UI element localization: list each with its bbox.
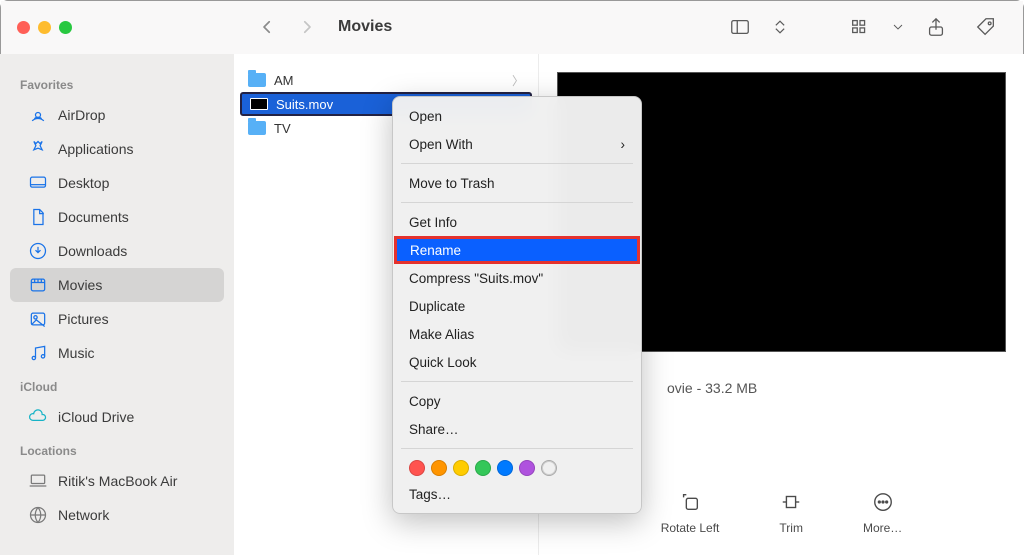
sidebar-item-music[interactable]: Music xyxy=(10,336,224,370)
sidebar-item-documents[interactable]: Documents xyxy=(10,200,224,234)
sidebar-item-label: iCloud Drive xyxy=(58,409,134,425)
window-title: Movies xyxy=(338,18,392,36)
action-rotate-left[interactable]: Rotate Left xyxy=(661,491,720,535)
context-menu-get-info[interactable]: Get Info xyxy=(393,208,641,236)
context-menu-move-to-trash[interactable]: Move to Trash xyxy=(393,169,641,197)
action-label: Rotate Left xyxy=(661,521,720,535)
tag-purple[interactable] xyxy=(519,460,535,476)
separator xyxy=(401,163,633,164)
sidebar-item-label: Documents xyxy=(58,209,129,225)
folder-icon xyxy=(248,121,266,135)
nav-area: Movies xyxy=(234,0,1024,54)
sidebar-item-downloads[interactable]: Downloads xyxy=(10,234,224,268)
sidebar-item-macbook[interactable]: Ritik's MacBook Air xyxy=(10,464,224,498)
tag-orange[interactable] xyxy=(431,460,447,476)
file-name: Suits.mov xyxy=(276,97,333,112)
context-menu-share[interactable]: Share… xyxy=(393,415,641,443)
sidebar-item-label: Applications xyxy=(58,141,134,157)
sidebar-item-movies[interactable]: Movies xyxy=(10,268,224,302)
sidebar-item-pictures[interactable]: Pictures xyxy=(10,302,224,336)
tag-red[interactable] xyxy=(409,460,425,476)
chevron-right-icon: › xyxy=(621,137,626,152)
traffic-lights xyxy=(17,21,72,34)
context-menu-tags[interactable]: Tags… xyxy=(393,480,641,508)
tags-button[interactable] xyxy=(966,13,1006,41)
action-more[interactable]: More… xyxy=(863,491,902,535)
sidebar-item-label: Downloads xyxy=(58,243,127,259)
chevron-down-icon[interactable] xyxy=(890,13,906,41)
sidebar-item-airdrop[interactable]: AirDrop xyxy=(10,98,224,132)
back-button[interactable] xyxy=(252,12,282,42)
action-label: More… xyxy=(863,521,902,535)
context-menu: Open Open With› Move to Trash Get Info R… xyxy=(392,96,642,514)
tag-green[interactable] xyxy=(475,460,491,476)
zoom-icon[interactable] xyxy=(59,21,72,34)
separator xyxy=(401,202,633,203)
context-menu-compress[interactable]: Compress "Suits.mov" xyxy=(393,264,641,292)
sidebar-item-desktop[interactable]: Desktop xyxy=(10,166,224,200)
file-row-folder[interactable]: AM 〉 xyxy=(234,68,538,92)
close-icon[interactable] xyxy=(17,21,30,34)
context-menu-open[interactable]: Open xyxy=(393,102,641,130)
context-menu-copy[interactable]: Copy xyxy=(393,387,641,415)
sidebar: Favorites AirDrop Applications Desktop D… xyxy=(0,54,234,555)
action-trim[interactable]: Trim xyxy=(779,491,803,535)
sidebar-heading-locations: Locations xyxy=(0,434,234,464)
sidebar-item-label: Ritik's MacBook Air xyxy=(58,473,177,489)
sidebar-expand-icon[interactable] xyxy=(770,13,790,41)
sidebar-item-label: Movies xyxy=(58,277,102,293)
tag-yellow[interactable] xyxy=(453,460,469,476)
toggle-sidebar-button[interactable] xyxy=(720,13,760,41)
file-name: TV xyxy=(274,121,291,136)
context-menu-make-alias[interactable]: Make Alias xyxy=(393,320,641,348)
sidebar-item-label: Music xyxy=(58,345,95,361)
file-name: AM xyxy=(274,73,294,88)
separator xyxy=(401,448,633,449)
context-menu-open-with[interactable]: Open With› xyxy=(393,130,641,158)
sidebar-item-network[interactable]: Network xyxy=(10,498,224,532)
sidebar-item-label: AirDrop xyxy=(58,107,105,123)
context-menu-tag-colors xyxy=(393,454,641,480)
sidebar-heading-favorites: Favorites xyxy=(0,68,234,98)
action-label: Trim xyxy=(779,521,803,535)
context-menu-rename[interactable]: Rename xyxy=(394,236,640,264)
tag-blue[interactable] xyxy=(497,460,513,476)
sidebar-item-label: Pictures xyxy=(58,311,109,327)
chevron-right-icon: 〉 xyxy=(512,72,524,89)
share-button[interactable] xyxy=(916,13,956,41)
sidebar-item-applications[interactable]: Applications xyxy=(10,132,224,166)
sidebar-heading-icloud: iCloud xyxy=(0,370,234,400)
sidebar-item-icloud-drive[interactable]: iCloud Drive xyxy=(10,400,224,434)
sidebar-item-label: Network xyxy=(58,507,109,523)
context-menu-duplicate[interactable]: Duplicate xyxy=(393,292,641,320)
separator xyxy=(401,381,633,382)
view-options-button[interactable] xyxy=(840,13,880,41)
sidebar-item-label: Desktop xyxy=(58,175,109,191)
minimize-icon[interactable] xyxy=(38,21,51,34)
movie-thumbnail-icon xyxy=(250,98,268,110)
tag-none[interactable] xyxy=(541,460,557,476)
context-menu-quick-look[interactable]: Quick Look xyxy=(393,348,641,376)
forward-button[interactable] xyxy=(292,12,322,42)
folder-icon xyxy=(248,73,266,87)
